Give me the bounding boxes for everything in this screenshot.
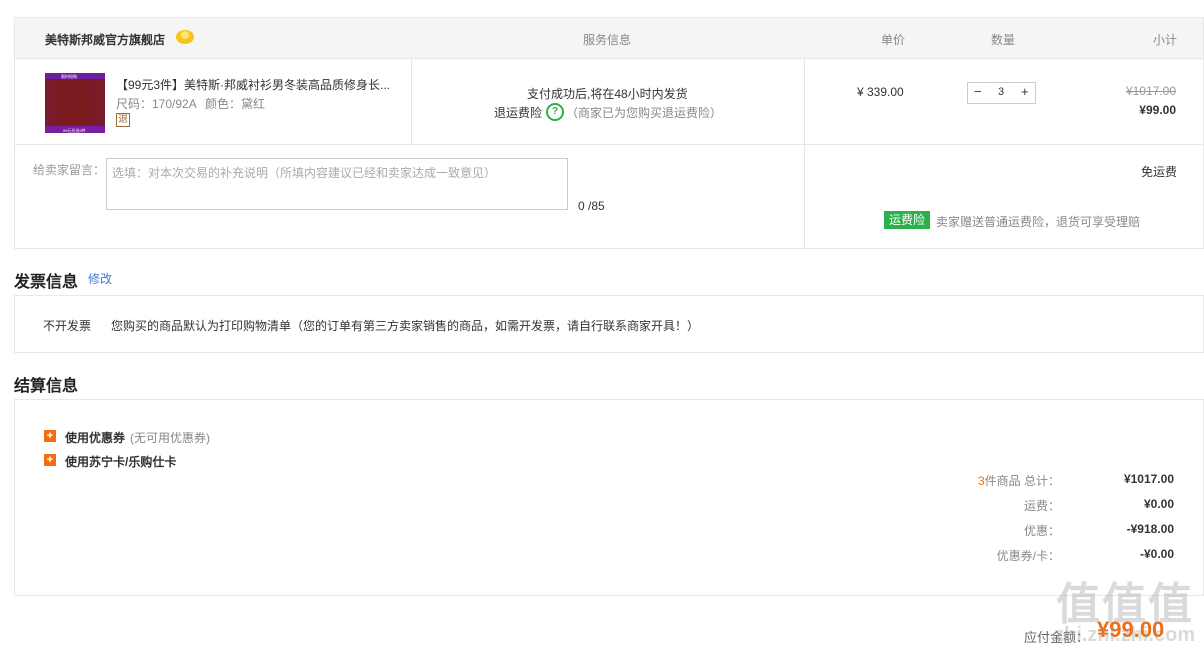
watermark-logo: 值值值 [1056, 580, 1194, 629]
thumb-bottom-label: 99元任选3件 [63, 128, 86, 133]
discount-label: 优惠： [1023, 524, 1060, 538]
product-thumbnail[interactable]: 限时抢购 99元任选3件 [45, 73, 105, 133]
thumb-top-label: 限时抢购 [61, 74, 77, 79]
message-label: 给卖家留言： [33, 163, 106, 177]
order-table-header: 美特斯邦威官方旗舰店 服务信息 单价 数量 小计 [14, 17, 1204, 59]
settlement-title: 结算信息 [14, 378, 79, 395]
invoice-note: 您购买的商品默认为打印购物清单（您的订单有第三方卖家销售的商品，如需开发票，请自… [111, 319, 700, 333]
service-shipping-note: 支付成功后,将在48小时内发货 [527, 87, 688, 101]
product-size: 尺码：170/92A [116, 97, 197, 111]
expand-plus-icon[interactable]: + [44, 430, 56, 442]
unit-price: ¥ 339.00 [857, 85, 904, 99]
card-toggle[interactable]: 使用苏宁卡/乐购仕卡 [65, 453, 176, 470]
shipping-value: ¥0.00 [1143, 497, 1174, 511]
header-quantity: 数量 [991, 33, 1016, 47]
divider [804, 59, 805, 248]
invoice-edit-link[interactable]: 修改 [88, 270, 112, 287]
message-char-counter: 0 /85 [578, 199, 605, 213]
header-subtotal: 小计 [1153, 33, 1178, 47]
header-unit-price: 单价 [881, 33, 906, 47]
product-title-link[interactable]: 【99元3件】美特斯·邦威衬衫男冬装高品质修身长... [116, 76, 396, 93]
shipping-insurance-note: 卖家赠送普通运费险，退货可享受理赔 [936, 215, 1141, 229]
discount-value: -¥918.00 [1126, 522, 1174, 536]
expand-plus-icon[interactable]: + [44, 454, 56, 466]
invoice-title: 发票信息 [14, 274, 79, 291]
quantity-stepper: − 3 + [967, 82, 1036, 104]
shipping-insurance-badge: 运费险 [884, 211, 931, 229]
coupon-card-label: 优惠券/卡： [996, 549, 1060, 563]
invoice-type: 不开发票 [43, 319, 92, 333]
coupon-card-value: -¥0.00 [1139, 547, 1174, 561]
divider [411, 59, 412, 145]
service-insurance-label: 退运费险 [494, 106, 543, 120]
seller-message-input[interactable] [106, 158, 568, 210]
free-shipping: 免运费 [1140, 165, 1177, 179]
item-subtotal: ¥99.00 [1139, 103, 1176, 117]
original-subtotal: ¥1017.00 [1125, 84, 1176, 98]
watermark-text: zhi.zhi.zhi.com [1054, 624, 1196, 646]
service-insurance-note: （商家已为您购买退运费险） [566, 106, 723, 120]
total-items-label: 3件商品 总计： [977, 474, 1060, 488]
coupon-note: (无可用优惠券) [130, 431, 210, 445]
divider [15, 144, 1203, 145]
quantity-value[interactable]: 3 [998, 86, 1004, 98]
help-question-icon[interactable]: ? [546, 103, 564, 121]
header-service: 服务信息 [583, 33, 632, 47]
increase-button[interactable]: + [1021, 84, 1029, 99]
return-tag-icon: 退 [116, 113, 130, 127]
shipping-label: 运费： [1023, 499, 1060, 513]
decrease-button[interactable]: − [974, 84, 982, 99]
shirt-image [58, 82, 92, 126]
store-name[interactable]: 美特斯邦威官方旗舰店 [45, 31, 165, 48]
total-value: ¥1017.00 [1123, 472, 1174, 486]
coupon-toggle[interactable]: 使用优惠券 [65, 429, 125, 446]
store-badge-icon [175, 27, 194, 45]
product-color: 颜色：黛红 [205, 97, 266, 111]
item-count: 3 [977, 474, 985, 488]
